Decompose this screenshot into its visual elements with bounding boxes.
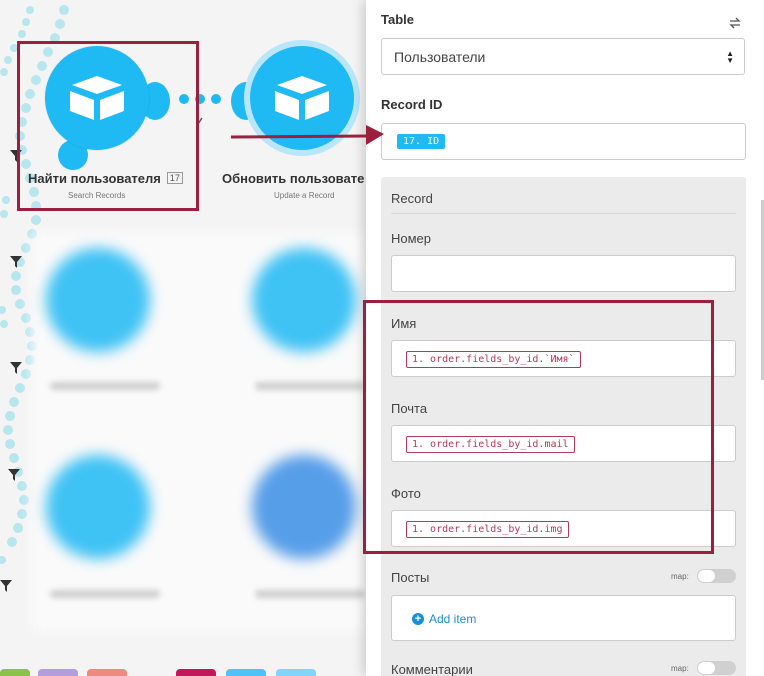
- blurred-label: [255, 590, 365, 598]
- blurred-module[interactable]: [252, 455, 356, 559]
- record-id-token[interactable]: 17. ID: [397, 134, 446, 149]
- bottom-tab[interactable]: [0, 669, 30, 676]
- toggle-knob: [698, 662, 715, 674]
- divider: [391, 213, 736, 214]
- kommentarii-label: Комментарии: [391, 662, 473, 676]
- highlight-box-fields: [363, 300, 714, 554]
- blurred-module[interactable]: [46, 248, 150, 352]
- record-section-label: Record: [391, 191, 433, 206]
- add-item-button[interactable]: + Add item: [412, 612, 476, 626]
- airtable-box-icon: [275, 76, 329, 120]
- bottom-tab[interactable]: [38, 669, 78, 676]
- bottom-tab[interactable]: [176, 669, 216, 676]
- table-label: Table: [381, 12, 414, 27]
- nomer-input[interactable]: [391, 255, 736, 292]
- kommentarii-map-toggle[interactable]: [697, 661, 736, 675]
- highlight-box-module: [17, 41, 199, 211]
- table-select[interactable]: Пользователи ▲ ▼: [381, 38, 745, 75]
- filter-icon[interactable]: [10, 362, 22, 374]
- bottom-tab[interactable]: [276, 669, 316, 676]
- update-user-subtitle: Update a Record: [274, 191, 335, 200]
- plus-circle-icon: +: [412, 613, 424, 625]
- bottom-tab[interactable]: [226, 669, 266, 676]
- blurred-label: [50, 590, 160, 598]
- posty-map-toggle[interactable]: [697, 569, 736, 583]
- select-caret-icon: ▲ ▼: [726, 49, 734, 65]
- blurred-module[interactable]: [46, 455, 150, 559]
- posty-items-box: + Add item: [391, 595, 736, 641]
- blurred-module[interactable]: [252, 248, 356, 352]
- update-user-title: Обновить пользовате: [222, 171, 365, 186]
- record-id-label: Record ID: [381, 97, 443, 112]
- swap-icon[interactable]: [728, 16, 742, 30]
- add-item-label: Add item: [429, 612, 477, 626]
- bottom-tab[interactable]: [87, 669, 127, 676]
- update-user-module[interactable]: [250, 46, 354, 150]
- kommentarii-map-label: map:: [671, 664, 689, 673]
- posty-map-label: map:: [671, 572, 689, 581]
- toggle-knob: [698, 570, 715, 582]
- scenario-canvas[interactable]: Найти пользователя 17 Search Records Обно…: [0, 0, 366, 676]
- blurred-label: [50, 382, 160, 390]
- table-select-value: Пользователи: [394, 48, 486, 65]
- filter-icon[interactable]: [8, 469, 20, 481]
- filter-icon[interactable]: [10, 256, 22, 268]
- blurred-label: [255, 382, 365, 390]
- filter-icon[interactable]: [0, 580, 12, 592]
- nomer-label: Номер: [391, 231, 432, 246]
- posty-label: Посты: [391, 570, 430, 585]
- record-id-input[interactable]: 17. ID: [381, 123, 746, 160]
